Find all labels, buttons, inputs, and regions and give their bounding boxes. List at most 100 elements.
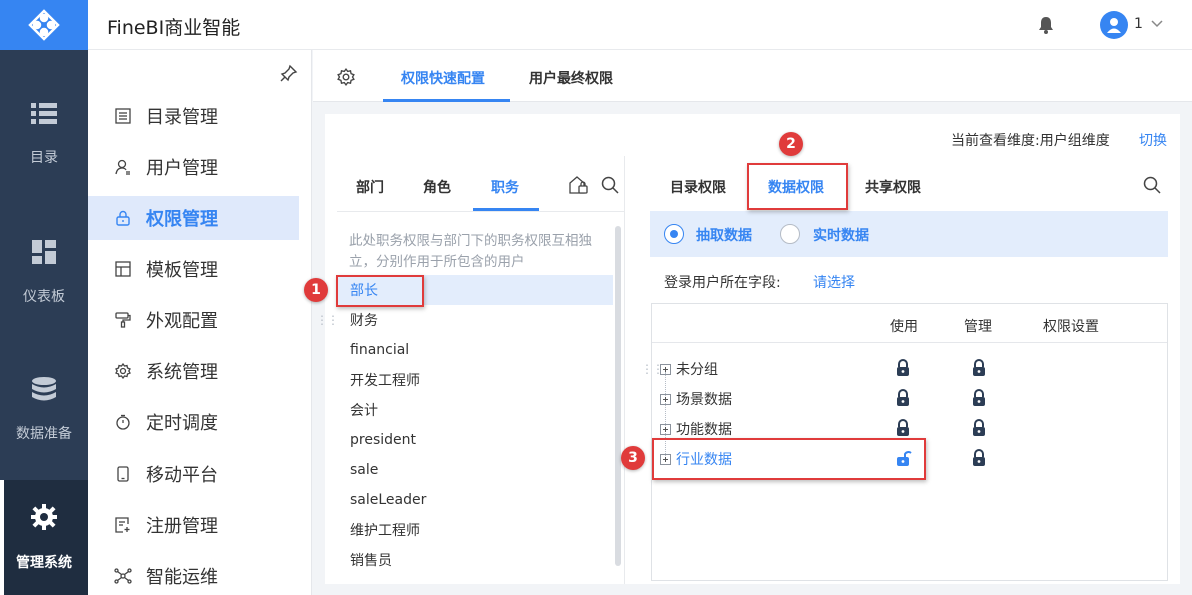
step-badge: 2 bbox=[779, 132, 803, 156]
network-icon bbox=[114, 567, 132, 585]
rail-item-management[interactable]: 管理系统 bbox=[0, 480, 88, 595]
tab-share-permission[interactable]: 共享权限 bbox=[865, 177, 921, 197]
expand-icon[interactable] bbox=[660, 393, 671, 405]
app-title: FineBI商业智能 bbox=[107, 17, 241, 39]
top-bar: FineBI商业智能 1 bbox=[88, 0, 1192, 50]
rail-label: 目录 bbox=[30, 150, 58, 166]
column-header: 管理 bbox=[964, 319, 992, 335]
list-item[interactable]: 开发工程师 bbox=[337, 365, 613, 395]
menu-item-label: 目录管理 bbox=[146, 107, 218, 128]
menu-item-label: 用户管理 bbox=[146, 158, 218, 179]
tab-final-permissions[interactable]: 用户最终权限 bbox=[529, 68, 613, 88]
settings-gear-icon[interactable] bbox=[337, 68, 355, 90]
rail-label: 数据准备 bbox=[16, 426, 72, 442]
menu-item-label: 智能运维 bbox=[146, 567, 218, 588]
menu-item-register[interactable]: 注册管理 bbox=[88, 503, 299, 547]
menu-item-users[interactable]: 用户管理 bbox=[88, 145, 299, 189]
avatar[interactable] bbox=[1100, 11, 1128, 39]
scrollbar[interactable] bbox=[615, 226, 621, 566]
menu-item-ops[interactable]: 智能运维 bbox=[88, 554, 299, 595]
tab-position[interactable]: 职务 bbox=[491, 177, 519, 197]
search-icon[interactable] bbox=[1143, 176, 1161, 198]
lock-icon[interactable] bbox=[896, 389, 910, 411]
resize-handle[interactable]: ⋮⋮ bbox=[641, 362, 664, 376]
lock-icon[interactable] bbox=[896, 359, 910, 381]
tab-department[interactable]: 部门 bbox=[356, 177, 384, 197]
register-icon bbox=[114, 516, 132, 534]
radio-label-extract[interactable]: 抽取数据 bbox=[696, 225, 752, 245]
rail-item-data-prep[interactable]: 数据准备 bbox=[0, 345, 88, 475]
side-menu: 目录管理 用户管理 权限管理 模板管理 外观配置 系统管理 定时调度 移动平台 … bbox=[88, 50, 312, 595]
row-label: 未分组 bbox=[676, 362, 718, 378]
menu-item-catalog[interactable]: 目录管理 bbox=[88, 94, 299, 138]
tab-catalog-permission[interactable]: 目录权限 bbox=[670, 177, 726, 197]
step-badge: 3 bbox=[621, 446, 645, 470]
search-icon[interactable] bbox=[601, 176, 619, 198]
lock-icon[interactable] bbox=[972, 389, 986, 411]
tab-quick-config[interactable]: 权限快速配置 bbox=[401, 68, 485, 88]
menu-item-templates[interactable]: 模板管理 bbox=[88, 247, 299, 291]
rail-label: 管理系统 bbox=[16, 554, 72, 571]
highlight-box bbox=[336, 275, 424, 307]
main-tab-bar: 权限快速配置 用户最终权限 bbox=[313, 50, 1192, 102]
table-row[interactable]: 场景数据 bbox=[660, 384, 732, 414]
menu-item-system[interactable]: 系统管理 bbox=[88, 349, 299, 393]
row-label: 场景数据 bbox=[676, 392, 732, 408]
gear-icon bbox=[114, 362, 132, 380]
mobile-icon bbox=[114, 465, 132, 483]
column-header: 使用 bbox=[890, 319, 918, 335]
left-rail: 目录 仪表板 数据准备 管理系统 bbox=[0, 0, 88, 595]
dashboard-icon bbox=[32, 240, 56, 268]
list-item[interactable]: 销售员 bbox=[337, 545, 613, 575]
logo-icon bbox=[28, 9, 60, 41]
radio-label-realtime[interactable]: 实时数据 bbox=[813, 225, 869, 245]
rail-item-catalog[interactable]: 目录 bbox=[0, 70, 88, 200]
radio-realtime[interactable] bbox=[780, 224, 800, 244]
paint-roller-icon bbox=[114, 311, 132, 329]
menu-item-label: 移动平台 bbox=[146, 465, 218, 486]
list-item[interactable]: 财务 bbox=[337, 305, 613, 335]
chevron-down-icon[interactable] bbox=[1150, 16, 1164, 34]
table-row[interactable]: 未分组 bbox=[660, 354, 718, 384]
lock-icon bbox=[114, 209, 132, 227]
pin-icon[interactable] bbox=[280, 64, 298, 86]
menu-item-label: 外观配置 bbox=[146, 311, 218, 332]
gear-icon bbox=[31, 503, 57, 534]
menu-item-label: 定时调度 bbox=[146, 413, 218, 434]
resize-handle[interactable]: ⋮⋮ bbox=[316, 313, 339, 327]
lock-icon[interactable] bbox=[972, 419, 986, 441]
rail-item-dashboard[interactable]: 仪表板 bbox=[0, 208, 88, 338]
menu-item-label: 注册管理 bbox=[146, 516, 218, 537]
app-logo[interactable] bbox=[0, 0, 88, 50]
role-pane: 部门 角色 职务 此处职务权限与部门下的职务权限互相独立，分别作用于所包含的用户… bbox=[337, 156, 625, 584]
bell-icon[interactable] bbox=[1038, 16, 1054, 38]
lock-icon[interactable] bbox=[972, 449, 986, 471]
radio-extract[interactable] bbox=[664, 224, 684, 244]
menu-item-schedule[interactable]: 定时调度 bbox=[88, 400, 299, 444]
menu-item-label: 系统管理 bbox=[146, 362, 218, 383]
list-item[interactable]: president bbox=[337, 425, 613, 455]
list-item[interactable]: financial bbox=[337, 335, 613, 365]
row-label: 功能数据 bbox=[676, 422, 732, 438]
catalog-icon bbox=[114, 107, 132, 125]
login-field-select[interactable]: 请选择 bbox=[813, 272, 855, 292]
menu-item-mobile[interactable]: 移动平台 bbox=[88, 452, 299, 496]
menu-item-label: 模板管理 bbox=[146, 260, 218, 281]
menu-item-appearance[interactable]: 外观配置 bbox=[88, 298, 299, 342]
timer-icon bbox=[114, 413, 132, 431]
menu-item-permissions[interactable]: 权限管理 bbox=[88, 196, 299, 240]
dimension-switch-link[interactable]: 切换 bbox=[1139, 130, 1167, 150]
data-mode-bar: 抽取数据 实时数据 bbox=[650, 211, 1168, 257]
list-item[interactable]: 维护工程师 bbox=[337, 515, 613, 545]
expand-icon[interactable] bbox=[660, 423, 671, 435]
list-item[interactable]: saleLeader bbox=[337, 485, 613, 515]
divider bbox=[337, 211, 625, 212]
role-lock-icon[interactable] bbox=[569, 176, 589, 198]
list-item[interactable]: sale bbox=[337, 455, 613, 485]
database-icon bbox=[32, 377, 56, 405]
user-name[interactable]: 1 bbox=[1134, 16, 1143, 32]
list-item[interactable]: 会计 bbox=[337, 395, 613, 425]
tab-role[interactable]: 角色 bbox=[423, 177, 451, 197]
lock-icon[interactable] bbox=[972, 359, 986, 381]
rail-label: 仪表板 bbox=[23, 289, 65, 305]
